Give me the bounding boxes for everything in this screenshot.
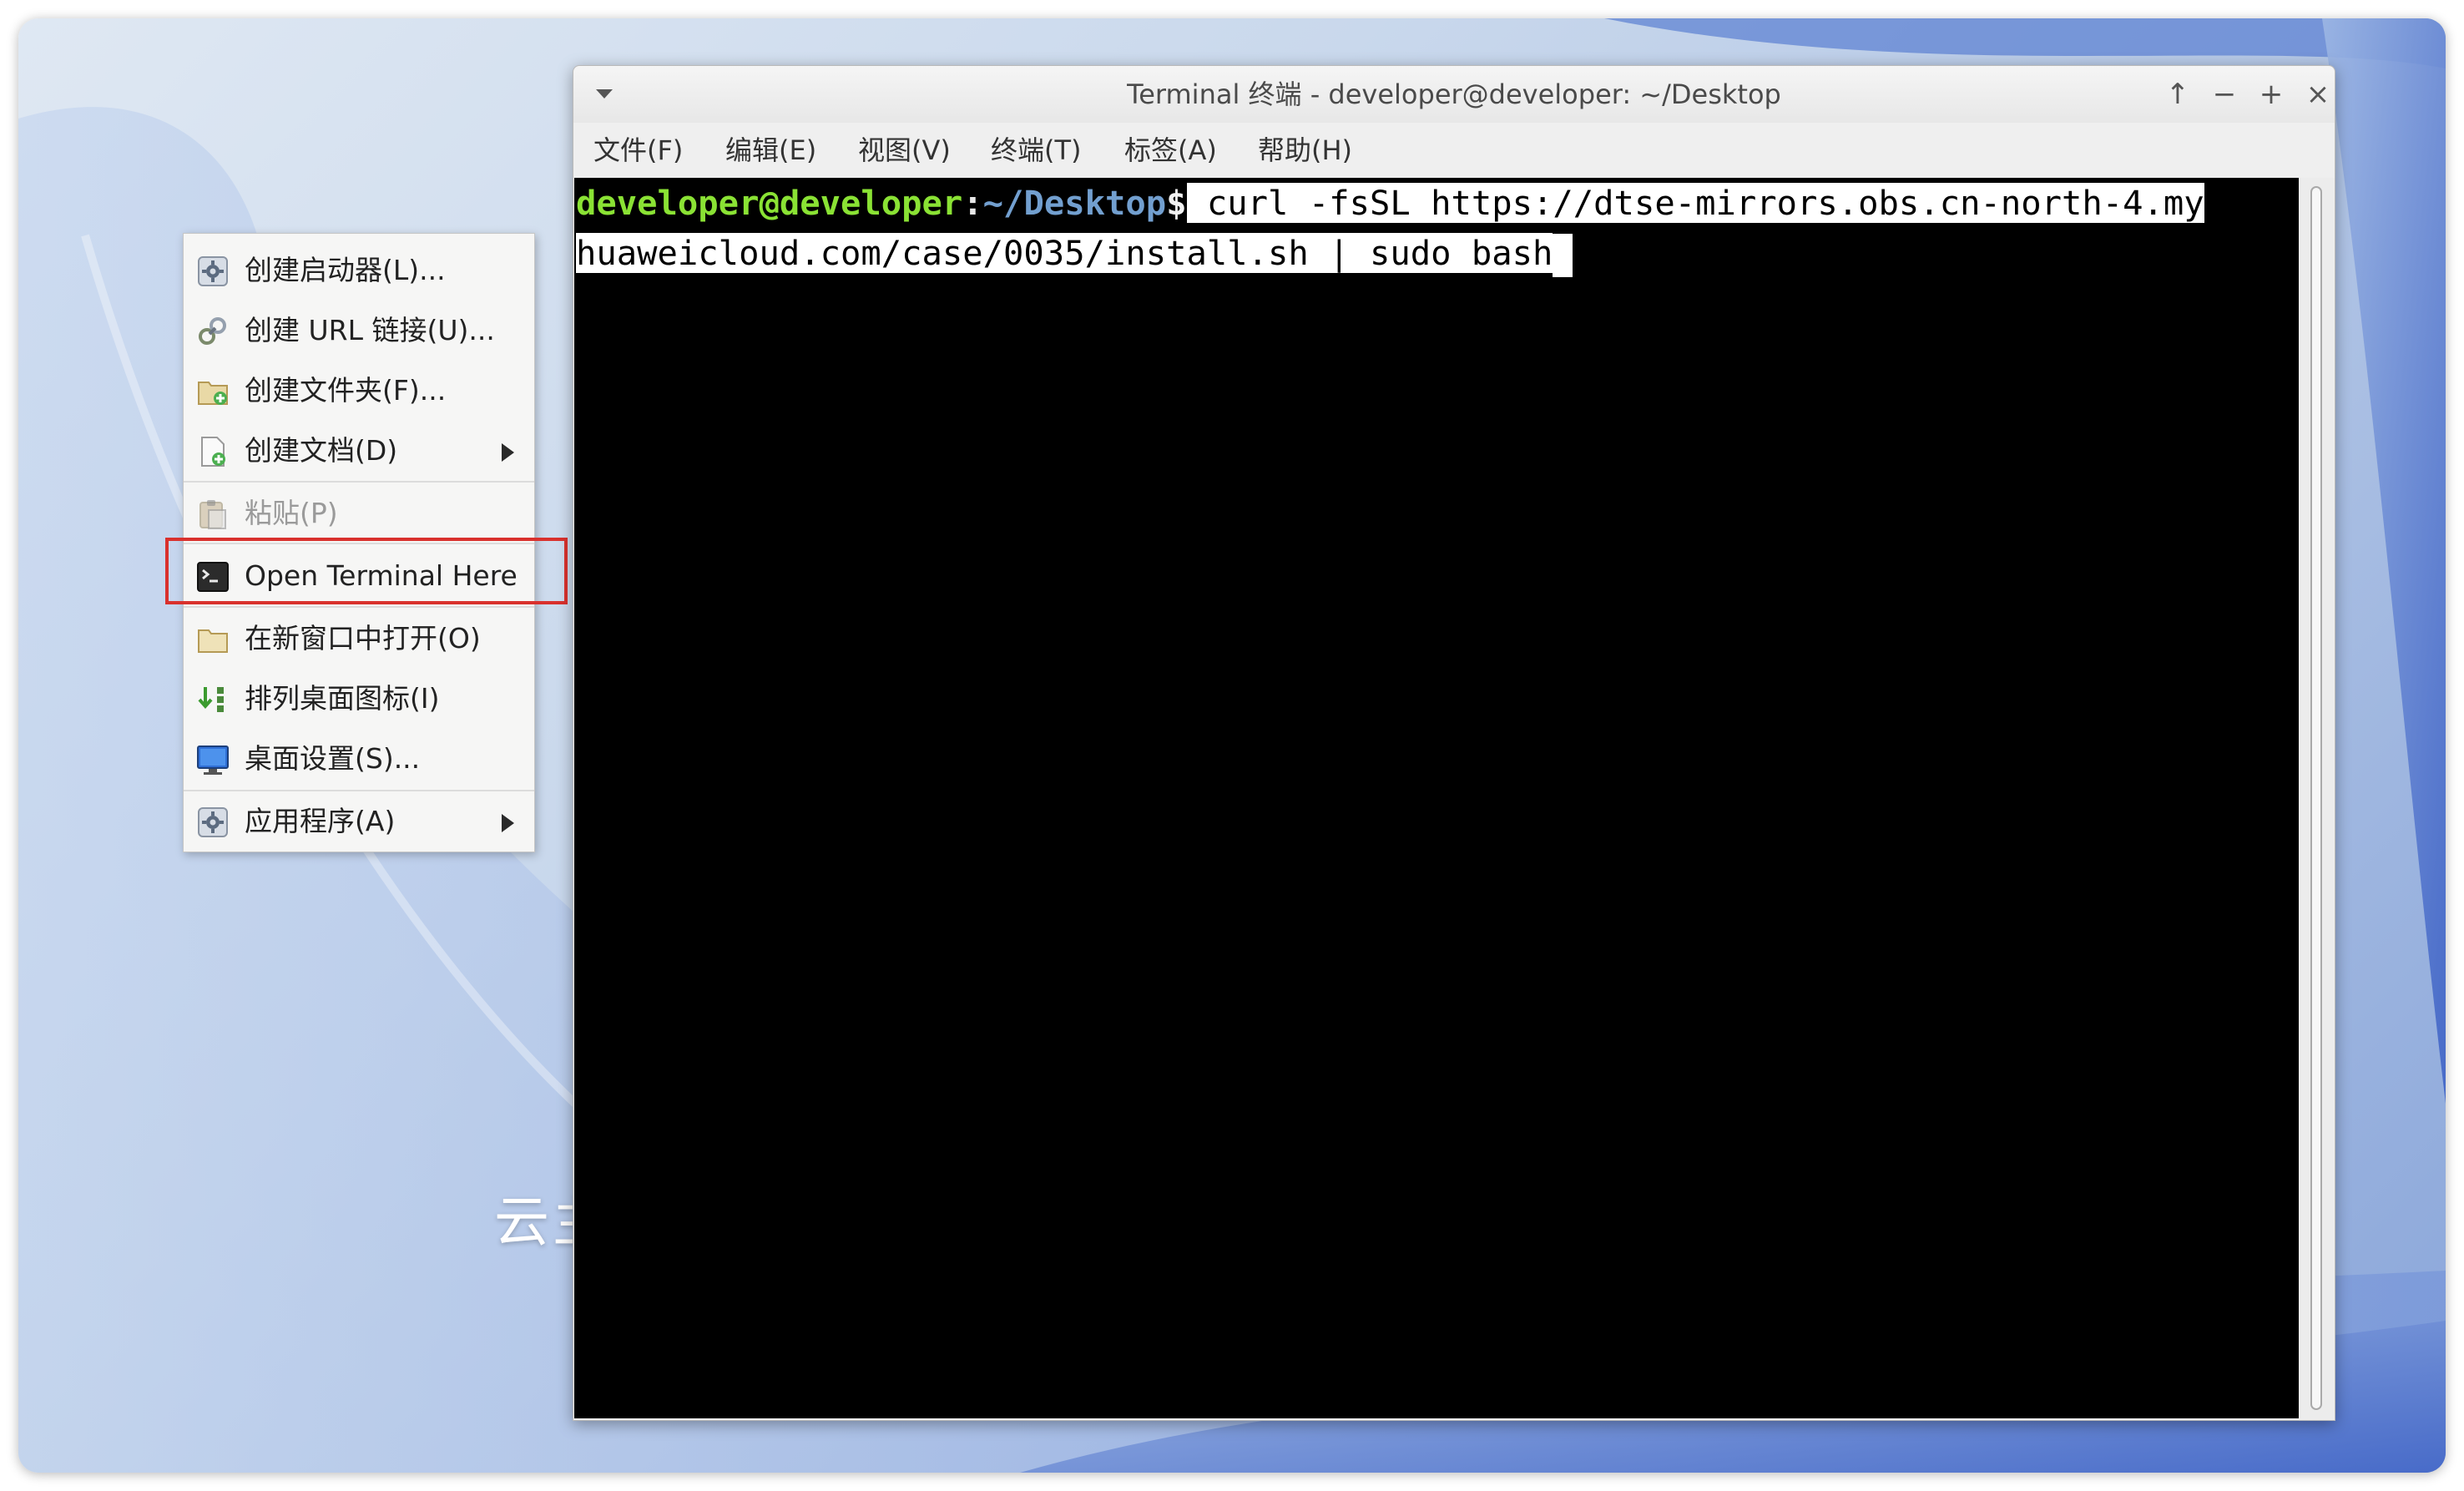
menu-file[interactable]: 文件(F)	[593, 123, 683, 178]
menu-separator	[184, 606, 534, 608]
maximize-button[interactable]: +	[2254, 78, 2288, 111]
menu-item-create-document[interactable]: 创建文档(D)	[184, 426, 534, 476]
text-cursor	[1553, 234, 1573, 277]
menu-view[interactable]: 视图(V)	[858, 123, 951, 178]
menu-item-label: 创建文档(D)	[245, 434, 398, 467]
window-titlebar[interactable]: Terminal 终端 - developer@developer: ~/Des…	[573, 66, 2335, 123]
terminal-menubar: 文件(F) 编辑(E) 视图(V) 终端(T) 标签(A) 帮助(H)	[573, 123, 2335, 178]
menu-help[interactable]: 帮助(H)	[1258, 123, 1352, 178]
close-button[interactable]: ×	[2301, 78, 2335, 111]
menu-item-create-folder[interactable]: 创建文件夹(F)...	[184, 366, 534, 416]
launcher-gear-icon	[198, 256, 228, 286]
menu-item-desktop-settings[interactable]: 桌面设置(S)...	[184, 734, 534, 784]
menu-item-applications[interactable]: 应用程序(A)	[184, 796, 534, 847]
menu-item-label: 排列桌面图标(I)	[245, 682, 440, 715]
applications-gear-icon	[198, 807, 228, 837]
menu-item-label: 创建文件夹(F)...	[245, 374, 447, 407]
terminal-scrollbar[interactable]	[2300, 178, 2333, 1418]
scrollbar-thumb[interactable]	[2310, 186, 2322, 1410]
menu-separator	[184, 481, 534, 483]
menu-item-open-in-new-window[interactable]: 在新窗口中打开(O)	[184, 614, 534, 664]
prompt-colon: :	[962, 183, 983, 223]
terminal-window: Terminal 终端 - developer@developer: ~/Des…	[573, 65, 2335, 1421]
menu-item-create-url-link[interactable]: 创建 URL 链接(U)...	[184, 306, 534, 356]
menu-tabs[interactable]: 标签(A)	[1124, 123, 1217, 178]
window-title: Terminal 终端 - developer@developer: ~/Des…	[1127, 78, 1781, 110]
menu-item-label: 粘贴(P)	[245, 497, 338, 529]
arrange-icons-icon	[198, 687, 224, 712]
desktop-settings-icon	[197, 746, 229, 775]
prompt-path: ~/Desktop	[982, 183, 1167, 223]
submenu-arrow-icon	[502, 443, 514, 462]
menu-item-paste: 粘贴(P)	[184, 488, 534, 538]
new-folder-icon	[198, 382, 228, 405]
new-document-icon	[201, 437, 225, 467]
paste-icon	[199, 500, 226, 529]
prompt-dollar: $	[1166, 183, 1187, 223]
menu-separator	[184, 790, 534, 791]
folder-icon	[198, 629, 228, 653]
terminal-line-2: huaweicloud.com/case/0035/install.sh | s…	[576, 228, 1573, 278]
submenu-arrow-icon	[502, 814, 514, 832]
menu-edit[interactable]: 编辑(E)	[725, 123, 816, 178]
menu-item-label: 创建启动器(L)...	[245, 254, 446, 286]
raise-window-button[interactable]: ↑	[2161, 78, 2194, 111]
menu-item-label: 在新窗口中打开(O)	[245, 622, 481, 655]
menu-item-label: 桌面设置(S)...	[245, 742, 421, 775]
menu-item-arrange-desktop-icons[interactable]: 排列桌面图标(I)	[184, 674, 534, 724]
menu-item-label: 应用程序(A)	[245, 805, 396, 837]
terminal-line-1: developer@developer:~/Desktop$ curl -fsS…	[576, 178, 2204, 228]
link-icon	[199, 317, 226, 345]
command-text-line-2: huaweicloud.com/case/0035/install.sh | s…	[576, 233, 1553, 273]
menu-terminal[interactable]: 终端(T)	[991, 123, 1082, 178]
command-text-line-1: curl -fsSL https://dtse-mirrors.obs.cn-n…	[1186, 183, 2204, 223]
annotation-highlight-box	[165, 538, 568, 604]
terminal-output[interactable]: developer@developer:~/Desktop$ curl -fsS…	[574, 178, 2299, 1418]
prompt-user-host: developer@developer	[576, 183, 963, 223]
minimize-button[interactable]: −	[2208, 78, 2241, 111]
menu-item-create-launcher[interactable]: 创建启动器(L)...	[184, 245, 534, 296]
menu-item-label: 创建 URL 链接(U)...	[245, 314, 495, 346]
